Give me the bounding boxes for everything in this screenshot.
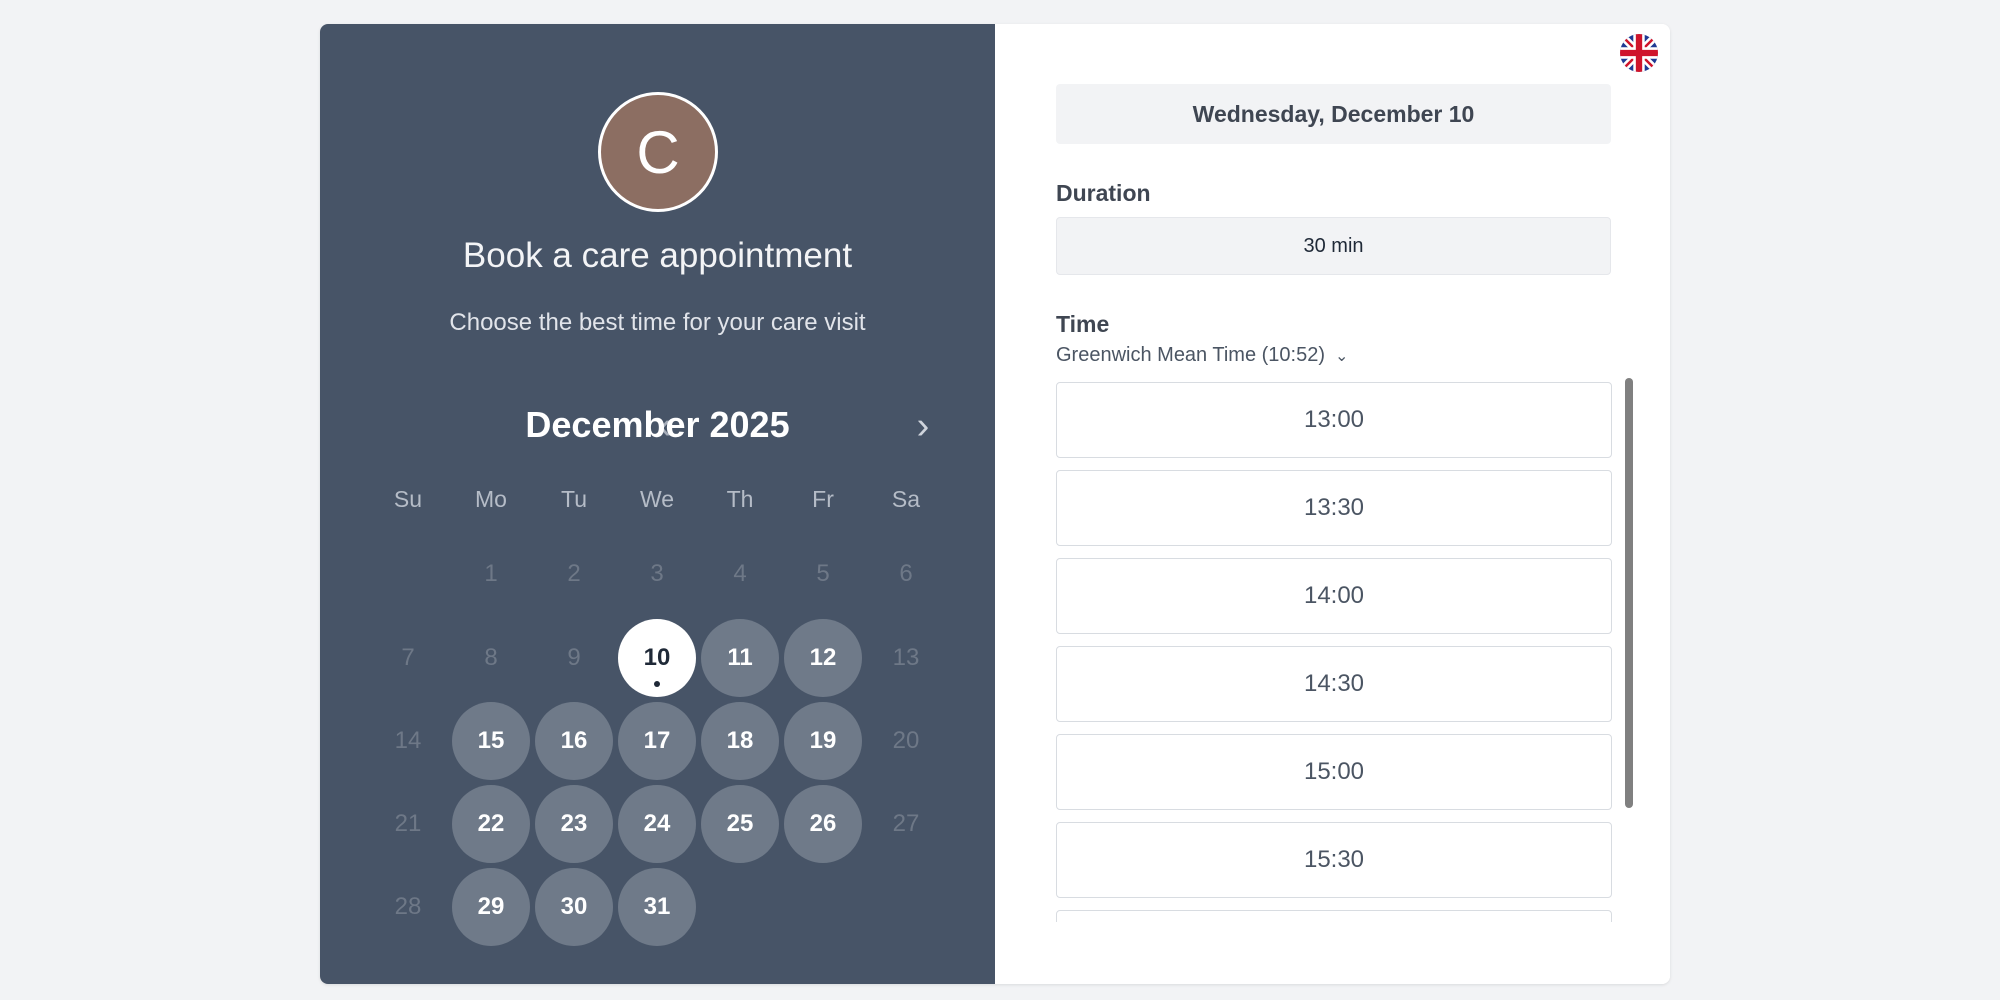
calendar-day-17[interactable]: 17 xyxy=(618,702,696,780)
calendar-day-15[interactable]: 15 xyxy=(452,702,530,780)
calendar-day-20: 20 xyxy=(867,702,945,780)
calendar-day-12[interactable]: 12 xyxy=(784,619,862,697)
calendar-day-26[interactable]: 26 xyxy=(784,785,862,863)
avatar-initial: C xyxy=(636,118,680,186)
calendar-day-30[interactable]: 30 xyxy=(535,868,613,946)
calendar-day-number: 3 xyxy=(650,560,664,587)
time-slot-button[interactable]: 14:00 xyxy=(1056,558,1612,634)
calendar-day-number: 25 xyxy=(726,810,754,837)
time-slot-button[interactable]: 15:30 xyxy=(1056,822,1612,898)
calendar-day-number: 7 xyxy=(401,644,415,671)
time-slot-button[interactable] xyxy=(1056,910,1612,922)
calendar-day-4: 4 xyxy=(701,535,779,613)
calendar-day-23[interactable]: 23 xyxy=(535,785,613,863)
calendar-day-5: 5 xyxy=(784,535,862,613)
calendar-day-number: 22 xyxy=(477,810,505,837)
avatar: C xyxy=(598,92,718,212)
calendar-day-number: 17 xyxy=(643,727,671,754)
calendar-day-number: 19 xyxy=(809,727,837,754)
calendar-day-28: 28 xyxy=(369,868,447,946)
page-subtitle: Choose the best time for your care visit xyxy=(449,309,866,336)
calendar-day-number: 14 xyxy=(394,727,422,754)
calendar-day-number: 2 xyxy=(567,560,581,587)
time-slot-list[interactable]: 13:00 13:30 14:00 14:30 15:00 15:30 xyxy=(1056,382,1612,922)
month-label: December 2025 xyxy=(525,404,790,445)
calendar-day-3: 3 xyxy=(618,535,696,613)
calendar-day-25[interactable]: 25 xyxy=(701,785,779,863)
calendar-day-31[interactable]: 31 xyxy=(618,868,696,946)
calendar-day-number: 26 xyxy=(809,810,837,837)
calendar-day-6: 6 xyxy=(867,535,945,613)
calendar-day-number: 8 xyxy=(484,644,498,671)
time-slot-button[interactable]: 13:30 xyxy=(1056,470,1612,546)
calendar-day-number: 30 xyxy=(560,893,588,920)
calendar-day-9: 9 xyxy=(535,619,613,697)
timezone-selector[interactable]: Greenwich Mean Time (10:52) ⌄ xyxy=(1056,344,1348,367)
calendar-day-number: 18 xyxy=(726,727,754,754)
time-label: Time xyxy=(1056,311,1110,337)
weekday-label: Mo xyxy=(475,486,507,512)
calendar-day-number: 11 xyxy=(727,644,753,671)
weekday-label: Su xyxy=(393,486,423,512)
slot-list-scrollbar[interactable] xyxy=(1625,378,1633,808)
duration-label: Duration xyxy=(1056,180,1151,206)
calendar-day-number: 20 xyxy=(892,727,920,754)
calendar-day-number: 27 xyxy=(892,810,920,837)
calendar-day-number: 5 xyxy=(816,560,830,587)
month-navigation: ‹ December 2025 › xyxy=(320,398,995,454)
uk-flag-icon[interactable] xyxy=(1620,34,1658,72)
calendar-day-24[interactable]: 24 xyxy=(618,785,696,863)
calendar-day-19[interactable]: 19 xyxy=(784,702,862,780)
calendar-day-7: 7 xyxy=(369,619,447,697)
weekday-label: We xyxy=(639,486,675,512)
calendar-day-number: 16 xyxy=(560,727,588,754)
next-month-button[interactable]: › xyxy=(903,404,943,447)
calendar-day-number: 23 xyxy=(560,810,588,837)
calendar-day-number: 29 xyxy=(477,893,505,920)
calendar-day-10[interactable]: 10 xyxy=(618,619,696,697)
calendar-day-2: 2 xyxy=(535,535,613,613)
calendar-day-number: 15 xyxy=(477,727,505,754)
calendar-day-number: 12 xyxy=(809,644,837,671)
chevron-right-icon: › xyxy=(916,404,930,447)
calendar-day-14: 14 xyxy=(369,702,447,780)
calendar-day-11[interactable]: 11 xyxy=(701,619,779,697)
calendar-day-number: 13 xyxy=(892,644,920,671)
time-slot-button[interactable]: 14:30 xyxy=(1056,646,1612,722)
calendar-day-8: 8 xyxy=(452,619,530,697)
calendar-day-number: 6 xyxy=(899,560,913,587)
weekday-label: Fr xyxy=(812,486,834,512)
calendar-day-number: 24 xyxy=(643,810,671,837)
today-indicator-dot xyxy=(654,681,660,687)
calendar-day-number: 21 xyxy=(394,810,422,837)
weekday-label: Sa xyxy=(891,486,921,512)
calendar-day-number: 4 xyxy=(733,560,747,587)
calendar-day-16[interactable]: 16 xyxy=(535,702,613,780)
calendar-day-number: 9 xyxy=(567,644,581,671)
calendar-day-13: 13 xyxy=(867,619,945,697)
calendar-day-27: 27 xyxy=(867,785,945,863)
calendar-day-21: 21 xyxy=(369,785,447,863)
page-title: Book a care appointment xyxy=(462,236,853,275)
time-slot-button[interactable]: 15:00 xyxy=(1056,734,1612,810)
calendar-day-number: 1 xyxy=(484,560,498,587)
calendar-day-29[interactable]: 29 xyxy=(452,868,530,946)
calendar-day-22[interactable]: 22 xyxy=(452,785,530,863)
chevron-down-icon: ⌄ xyxy=(1335,347,1349,365)
timezone-label: Greenwich Mean Time (10:52) xyxy=(1056,344,1326,366)
calendar-day-1: 1 xyxy=(452,535,530,613)
selected-date-header: Wednesday, December 10 xyxy=(1056,84,1611,144)
host-panel: C Book a care appointment Choose the bes… xyxy=(320,24,995,984)
duration-selector[interactable]: 30 min xyxy=(1056,217,1611,275)
weekday-label: Tu xyxy=(561,486,587,512)
calendar-day-number: 31 xyxy=(643,893,671,920)
calendar-day-18[interactable]: 18 xyxy=(701,702,779,780)
weekday-label: Th xyxy=(726,486,754,512)
calendar-day-number: 10 xyxy=(643,644,671,671)
calendar-day-number: 28 xyxy=(394,893,422,920)
time-slot-button[interactable]: 13:00 xyxy=(1056,382,1612,458)
